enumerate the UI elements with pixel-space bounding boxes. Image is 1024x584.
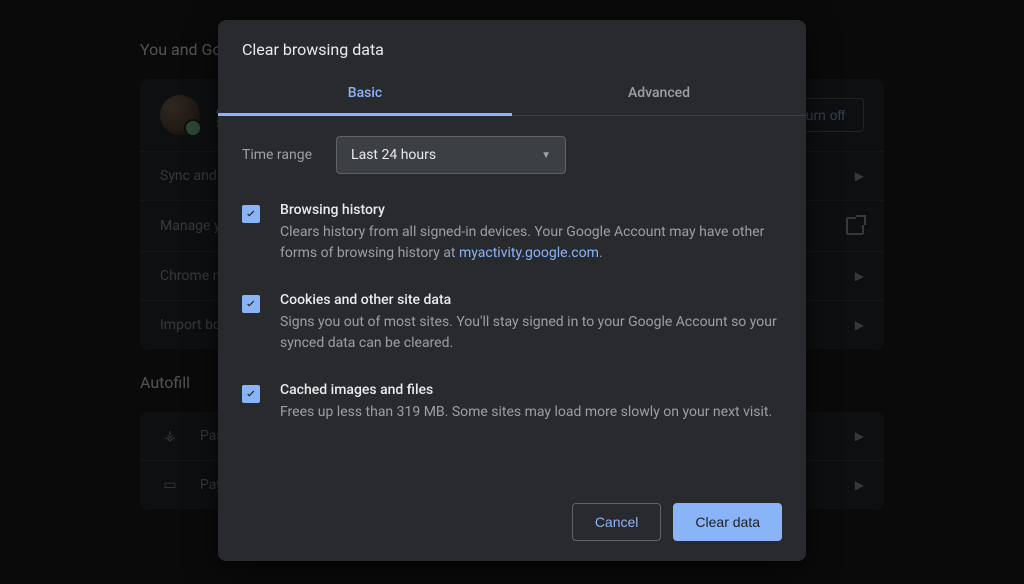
card-icon: ▭ xyxy=(160,477,180,493)
checkbox-title: Cached images and files xyxy=(280,382,782,398)
clear-data-button[interactable]: Clear data xyxy=(673,503,782,541)
external-link-icon xyxy=(846,217,864,235)
checkbox-desc: Clears history from all signed-in device… xyxy=(280,222,782,264)
tab-advanced[interactable]: Advanced xyxy=(512,71,806,115)
checkbox-cookies[interactable] xyxy=(242,295,260,313)
time-range-row: Time range Last 24 hours ▼ xyxy=(242,136,782,174)
chevron-right-icon: ▶ xyxy=(855,169,864,183)
chevron-right-icon: ▶ xyxy=(855,269,864,283)
dialog-footer: Cancel Clear data xyxy=(218,487,806,561)
time-range-value: Last 24 hours xyxy=(351,147,436,163)
check-icon xyxy=(244,297,258,311)
dialog-title: Clear browsing data xyxy=(218,20,806,71)
checkbox-item-cache: Cached images and files Frees up less th… xyxy=(242,382,782,423)
checkbox-item-browsing-history: Browsing history Clears history from all… xyxy=(242,202,782,264)
clear-browsing-data-dialog: Clear browsing data Basic Advanced Time … xyxy=(218,20,806,561)
dialog-body: Time range Last 24 hours ▼ Browsing hist… xyxy=(218,116,806,487)
key-icon: ⚶ xyxy=(160,428,180,444)
checkbox-item-cookies: Cookies and other site data Signs you ou… xyxy=(242,292,782,354)
avatar xyxy=(160,95,200,135)
myactivity-link[interactable]: myactivity.google.com xyxy=(459,245,599,261)
chevron-right-icon: ▶ xyxy=(855,318,864,332)
chevron-down-icon: ▼ xyxy=(541,150,551,161)
check-icon xyxy=(244,387,258,401)
time-range-label: Time range xyxy=(242,147,312,163)
checkbox-title: Browsing history xyxy=(280,202,782,218)
dialog-tabs: Basic Advanced xyxy=(218,71,806,116)
checkbox-desc: Frees up less than 319 MB. Some sites ma… xyxy=(280,402,782,423)
checkbox-cache[interactable] xyxy=(242,385,260,403)
tab-basic[interactable]: Basic xyxy=(218,71,512,115)
cancel-button[interactable]: Cancel xyxy=(572,503,662,541)
chevron-right-icon: ▶ xyxy=(855,429,864,443)
time-range-select[interactable]: Last 24 hours ▼ xyxy=(336,136,566,174)
chevron-right-icon: ▶ xyxy=(855,478,864,492)
check-icon xyxy=(244,207,258,221)
checkbox-desc: Signs you out of most sites. You'll stay… xyxy=(280,312,782,354)
checkbox-title: Cookies and other site data xyxy=(280,292,782,308)
checkbox-browsing-history[interactable] xyxy=(242,205,260,223)
